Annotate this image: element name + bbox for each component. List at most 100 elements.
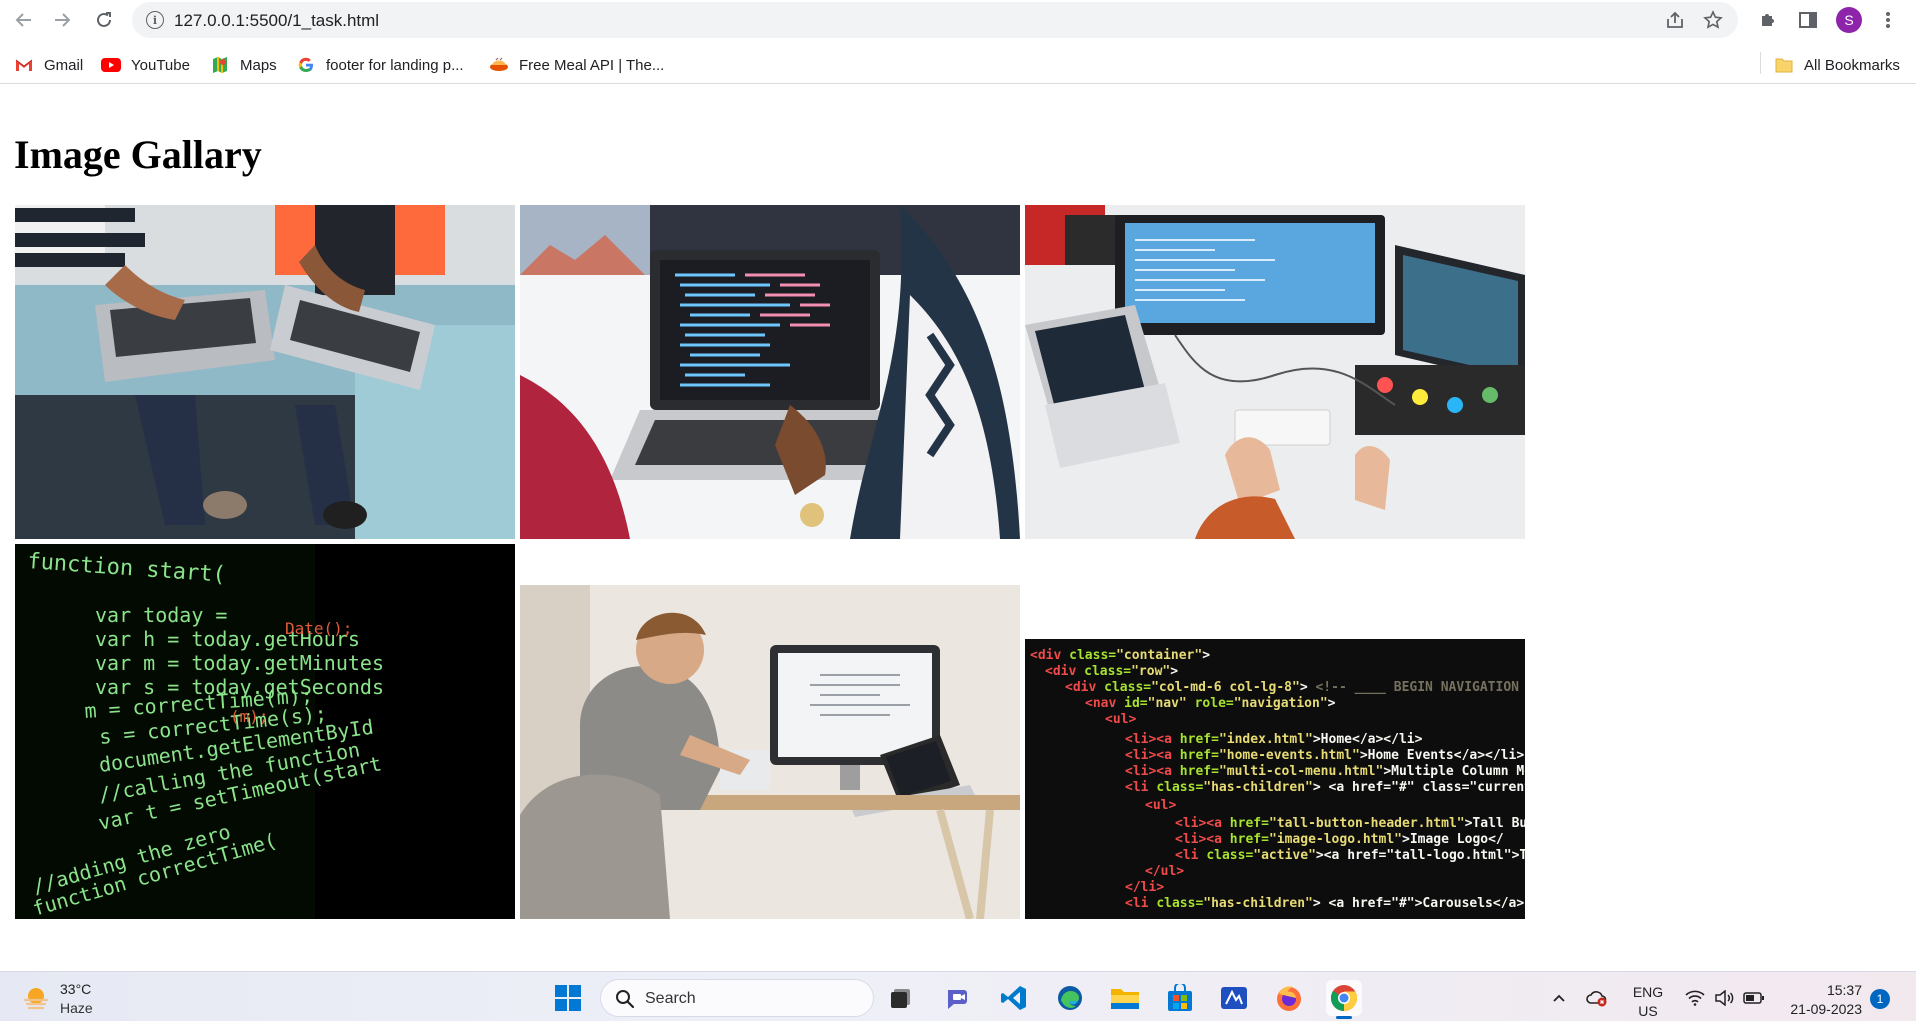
puzzle-icon	[1762, 14, 1774, 26]
taskbar-app-chrome[interactable]	[1326, 980, 1362, 1016]
windows-taskbar: 33°C Haze Search ENG US 15:37 21-09-2023	[0, 971, 1916, 1021]
task-view-button[interactable]	[883, 980, 919, 1016]
search-icon	[616, 990, 635, 1009]
svg-text:Date();: Date();	[285, 619, 352, 638]
bookmark-maps[interactable]: Maps	[210, 53, 277, 77]
taskbar-app-teams[interactable]	[940, 980, 976, 1016]
svg-text:<li class="has-children"> <a h: <li class="has-children"> <a href="#">Ca…	[1125, 896, 1524, 911]
taskbar-app-edge[interactable]	[1052, 980, 1088, 1016]
bookmark-footer[interactable]: footer for landing p...	[296, 53, 464, 77]
battery-button[interactable]	[1743, 988, 1765, 1008]
browser-toolbar: i 127.0.0.1:5500/1_task.html S	[0, 0, 1916, 40]
svg-text:<ul>: <ul>	[1105, 712, 1136, 727]
svg-text:<div class="container">: <div class="container">	[1030, 648, 1210, 663]
back-button[interactable]	[10, 6, 38, 34]
svg-text:var m = today.getMinutes: var m = today.getMinutes	[95, 651, 384, 675]
side-panel-button[interactable]	[1794, 6, 1822, 34]
taskbar-app-store[interactable]	[1162, 980, 1198, 1016]
taskbar-app-vscode[interactable]	[996, 980, 1032, 1016]
svg-text:<li><a href="tall-button-heade: <li><a href="tall-button-header.html">Ta…	[1175, 816, 1525, 831]
svg-text:</li>: </li>	[1125, 880, 1164, 895]
taskbar-search-box[interactable]: Search	[600, 979, 874, 1017]
bookmark-label: All Bookmarks	[1804, 56, 1900, 74]
address-bar[interactable]: i 127.0.0.1:5500/1_task.html	[132, 2, 1738, 38]
notification-badge[interactable]: 1	[1870, 989, 1890, 1009]
windows-logo-icon	[555, 985, 581, 1011]
taskbar-app-file-explorer[interactable]	[1107, 980, 1143, 1016]
forward-button[interactable]	[48, 6, 76, 34]
svg-text:var today =: var today =	[95, 603, 227, 627]
bookmark-star-button[interactable]	[1700, 8, 1726, 32]
bookmark-label: footer for landing p...	[326, 56, 464, 74]
man-at-desk-computer-photo	[520, 585, 1020, 919]
laptop-code-window-photo	[520, 205, 1020, 539]
bookmark-label: YouTube	[131, 56, 190, 74]
cloud-error-icon	[1586, 991, 1607, 1007]
wifi-icon	[1685, 990, 1705, 1006]
clock-time: 15:37	[1826, 982, 1862, 998]
bookmarks-bar: Gmail YouTube Maps footer for landing p.…	[0, 44, 1916, 84]
svg-text:(m);: (m);	[230, 707, 269, 726]
show-hidden-icons-button[interactable]	[1548, 988, 1570, 1008]
vscode-icon	[1001, 986, 1026, 1010]
volume-button[interactable]	[1713, 988, 1735, 1008]
green-code-function-photo: function start( var today = var h = toda…	[15, 544, 515, 919]
language-code: ENG	[1632, 984, 1664, 1000]
weather-temperature[interactable]: 33°C	[60, 981, 91, 997]
bookmark-gmail[interactable]: Gmail	[14, 53, 83, 77]
kebab-menu-icon	[1886, 12, 1890, 28]
svg-text:<nav id="nav" role="navigation: <nav id="nav" role="navigation">	[1085, 696, 1336, 711]
bookmark-meal-api[interactable]: Free Meal API | The...	[489, 53, 664, 77]
reload-button[interactable]	[90, 6, 118, 34]
google-icon	[296, 57, 316, 73]
bookmark-youtube[interactable]: YouTube	[101, 53, 190, 77]
keyboard-region: US	[1638, 1003, 1658, 1019]
firefox-icon	[1277, 986, 1301, 1011]
meal-icon	[489, 57, 509, 73]
bookmark-label: Maps	[240, 56, 277, 74]
site-info-icon[interactable]: i	[146, 11, 164, 29]
svg-text:<ul>: <ul>	[1145, 798, 1176, 813]
svg-text:<li><a href="image-logo.html">: <li><a href="image-logo.html">Image Logo…	[1175, 832, 1504, 847]
html-code-screen-photo: <div class="container"> <div class="row"…	[1025, 639, 1525, 919]
url-text[interactable]: 127.0.0.1:5500/1_task.html	[174, 11, 379, 31]
browser-menu-button[interactable]	[1874, 6, 1902, 34]
svg-text:<li class="has-children"> <a h: <li class="has-children"> <a href="#" cl…	[1125, 780, 1525, 795]
clock[interactable]: 15:37 21-09-2023	[1776, 982, 1862, 1017]
all-bookmarks-folder[interactable]: All Bookmarks	[1774, 53, 1900, 77]
svg-text:<li><a href="multi-col-menu.ht: <li><a href="multi-col-menu.html">Multip…	[1125, 764, 1525, 779]
page-title: Image Gallary	[14, 132, 262, 177]
svg-text:</ul>: </ul>	[1145, 864, 1184, 879]
profile-avatar[interactable]: S	[1836, 7, 1862, 33]
maps-icon	[210, 57, 230, 73]
bookmark-label: Free Meal API | The...	[519, 56, 665, 74]
chevron-up-icon	[1553, 994, 1565, 1002]
start-button[interactable]	[550, 980, 586, 1016]
bookmark-label: Gmail	[44, 56, 84, 74]
search-placeholder: Search	[645, 990, 696, 1007]
weather-description[interactable]: Haze	[60, 1000, 93, 1016]
svg-text:<li class="active"><a href="ta: <li class="active"><a href="tall-logo.ht…	[1175, 848, 1525, 863]
speaker-icon	[1715, 990, 1734, 1006]
forward-arrow-icon	[55, 13, 71, 27]
edge-icon	[1058, 986, 1082, 1010]
youtube-icon	[101, 57, 121, 73]
chrome-active-indicator	[1336, 1016, 1352, 1019]
back-arrow-icon	[15, 13, 31, 27]
share-button[interactable]	[1662, 8, 1688, 32]
taskbar-app-firefox[interactable]	[1271, 980, 1307, 1016]
weather-haze-icon[interactable]	[22, 984, 50, 1012]
teams-chat-icon	[948, 990, 967, 1009]
task-view-icon	[891, 989, 910, 1008]
bookmarks-divider	[1760, 52, 1761, 74]
folder-icon	[1774, 57, 1794, 73]
extensions-button[interactable]	[1754, 6, 1782, 34]
folder-icon	[1111, 989, 1139, 1009]
svg-text:<li><a href="index.html">Home<: <li><a href="index.html">Home</a></li>	[1125, 732, 1423, 747]
onedrive-status-button[interactable]	[1586, 988, 1608, 1008]
wifi-button[interactable]	[1684, 988, 1706, 1008]
share-icon	[1667, 11, 1683, 28]
taskbar-app-whiteboard[interactable]	[1216, 980, 1252, 1016]
svg-text:<div class="row">: <div class="row">	[1045, 664, 1178, 679]
language-indicator[interactable]: ENG US	[1630, 984, 1666, 1019]
